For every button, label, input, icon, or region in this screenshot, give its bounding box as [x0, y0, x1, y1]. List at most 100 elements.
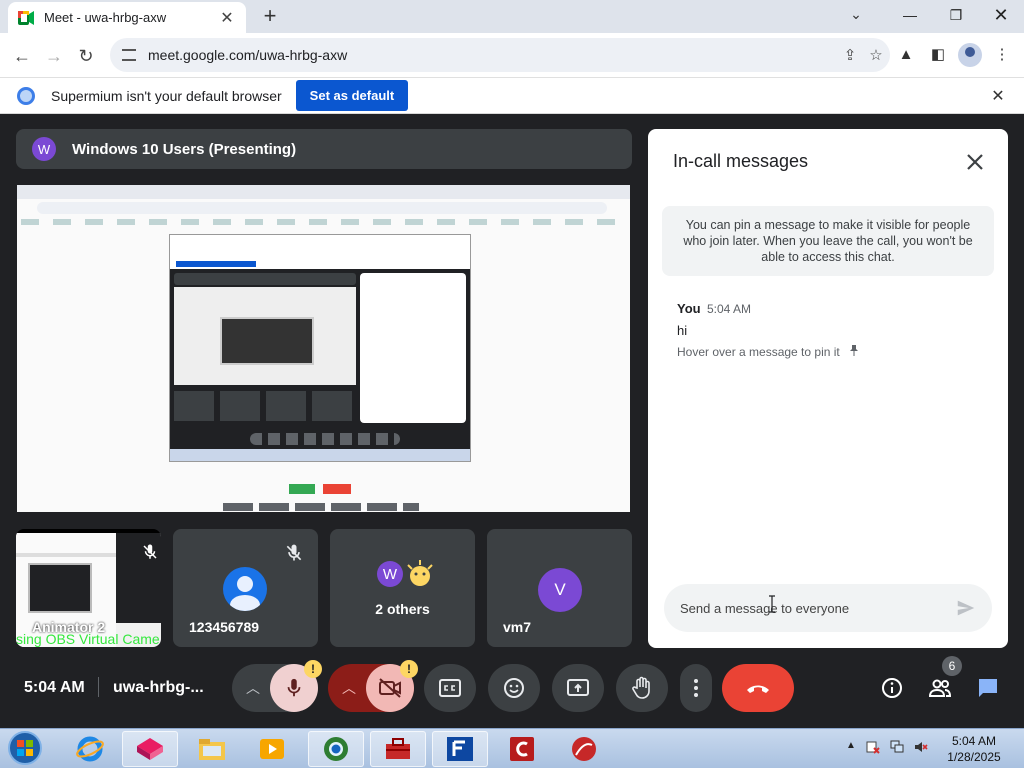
action-center-warning-icon[interactable] [866, 740, 880, 754]
tray-expand-icon[interactable]: ▲ [846, 740, 856, 751]
microphone-icon [287, 678, 301, 697]
pin-hint: Hover over a message to pin it [677, 345, 859, 359]
end-call-icon [747, 685, 769, 693]
url-text: meet.google.com/uwa-hrbg-axw [148, 47, 348, 63]
raise-hand-button[interactable] [616, 664, 668, 712]
meet-favicon-icon [18, 10, 34, 25]
system-clock[interactable]: 5:04 AM 1/28/2025 [944, 733, 1004, 765]
c-app-icon[interactable] [494, 731, 550, 767]
pin-info-note: You can pin a message to make it visible… [662, 206, 994, 276]
side-panel-icon[interactable]: ◧ [927, 44, 949, 66]
default-user-avatar-icon [223, 567, 267, 611]
participant-name: vm7 [503, 619, 532, 635]
meeting-clock: 5:04 AM [24, 679, 85, 696]
browser-taskbar-icon[interactable] [308, 731, 364, 767]
text-cursor-icon [769, 595, 775, 613]
volume-muted-icon[interactable] [914, 740, 928, 754]
back-arrow-icon[interactable]: ← [10, 44, 34, 68]
site-info-icon[interactable] [122, 49, 136, 61]
pin-icon [850, 345, 859, 356]
chevron-up-icon[interactable]: ︿ [342, 678, 356, 698]
bookmark-star-icon[interactable]: ☆ [864, 46, 888, 64]
self-video-tile[interactable]: Animator 2 sing OBS Virtual Came [16, 529, 161, 647]
mic-warning-badge: ! [304, 660, 322, 678]
close-icon[interactable] [963, 150, 987, 174]
captions-button[interactable] [424, 664, 476, 712]
toolbox-app-icon[interactable] [370, 731, 426, 767]
message-sender: You [677, 301, 701, 316]
participant-avatar: W [377, 561, 403, 587]
3d-app-icon[interactable] [122, 731, 178, 767]
infobar-close-icon[interactable]: ✕ [988, 86, 1008, 106]
chat-panel-title: In-call messages [673, 151, 809, 171]
internet-explorer-icon[interactable] [62, 731, 118, 767]
more-vert-icon [694, 679, 698, 697]
closed-captions-icon [439, 679, 461, 697]
profile-avatar[interactable] [958, 43, 982, 67]
more-options-button[interactable] [680, 664, 712, 712]
participant-tile[interactable]: V vm7 [487, 529, 632, 647]
participant-count-badge: 6 [942, 656, 962, 676]
send-icon[interactable] [955, 597, 977, 619]
address-bar[interactable]: meet.google.com/uwa-hrbg-axw ⇪ ☆ [110, 38, 890, 72]
extensions-icon[interactable]: ▲ [895, 44, 917, 66]
restore-button[interactable]: ❐ [933, 0, 979, 30]
participant-tile[interactable]: 123456789 [173, 529, 318, 647]
emoji-smile-icon [504, 678, 524, 698]
new-tab-button[interactable]: + [258, 4, 282, 28]
participant-avatar: V [538, 568, 582, 612]
close-window-button[interactable]: ✕ [978, 0, 1024, 30]
minimize-button[interactable]: — [887, 0, 933, 30]
participant-name: 123456789 [189, 619, 260, 635]
presenter-label: Windows 10 Users (Presenting) [72, 140, 297, 158]
message-text[interactable]: hi [677, 323, 687, 338]
message-time: 5:04 AM [707, 302, 752, 316]
set-as-default-button[interactable]: Set as default [295, 80, 409, 111]
divider [98, 677, 99, 697]
reactions-button[interactable] [488, 664, 540, 712]
muted-mic-icon [286, 544, 302, 561]
chat-input-placeholder: Send a message to everyone [680, 600, 850, 616]
share-icon[interactable]: ⇪ [838, 46, 862, 64]
camera-off-icon [379, 678, 401, 698]
file-explorer-icon[interactable] [184, 731, 240, 767]
windows-start-icon[interactable] [4, 729, 46, 767]
tab-close-icon[interactable]: ✕ [218, 8, 236, 28]
pin-hint-text: Hover over a message to pin it [677, 345, 840, 359]
presenter-avatar: W [32, 137, 56, 161]
present-screen-button[interactable] [552, 664, 604, 712]
default-browser-infobar: Supermium isn't your default browser Set… [0, 77, 1024, 114]
chat-message-input[interactable]: Send a message to everyone [664, 584, 992, 632]
camera-warning-badge: ! [400, 660, 418, 678]
media-player-icon[interactable] [244, 731, 300, 767]
supermium-logo-icon [17, 86, 35, 105]
leave-call-button[interactable] [722, 664, 794, 712]
participant-name: 2 others [375, 601, 430, 617]
participant-tile-others[interactable]: W 2 others [330, 529, 475, 647]
people-icon[interactable] [928, 676, 952, 700]
forward-arrow-icon[interactable]: → [42, 44, 66, 68]
system-date: 1/28/2025 [947, 750, 1001, 764]
browser-menu-icon[interactable]: ⋮ [991, 44, 1013, 66]
nested-screen-capture [169, 234, 471, 462]
chevron-up-icon[interactable]: ︿ [246, 678, 260, 698]
remote-desktop-app-icon[interactable] [432, 731, 488, 767]
presenter-bar: W Windows 10 Users (Presenting) [16, 129, 632, 169]
red-sphere-app-icon[interactable] [556, 731, 612, 767]
infobar-message: Supermium isn't your default browser [51, 87, 282, 104]
shared-screen[interactable] [17, 185, 630, 512]
obs-virtual-camera-text: sing OBS Virtual Came [16, 631, 160, 647]
tab-title: Meet - uwa-hrbg-axw [44, 10, 167, 25]
raise-hand-icon [632, 676, 650, 699]
meeting-info-icon[interactable] [880, 676, 904, 700]
chat-icon[interactable] [976, 676, 1000, 700]
reload-icon[interactable]: ↻ [74, 44, 98, 68]
tab-search-chevron-icon[interactable]: ⌄ [846, 6, 866, 23]
network-icon[interactable] [890, 740, 904, 754]
present-screen-icon [567, 679, 589, 696]
muted-mic-icon [143, 544, 157, 559]
browser-tab[interactable]: Meet - uwa-hrbg-axw ✕ [8, 2, 246, 33]
meeting-code[interactable]: uwa-hrbg-... [113, 679, 204, 697]
system-time: 5:04 AM [951, 734, 997, 748]
emoji-avatar-icon [407, 560, 433, 586]
